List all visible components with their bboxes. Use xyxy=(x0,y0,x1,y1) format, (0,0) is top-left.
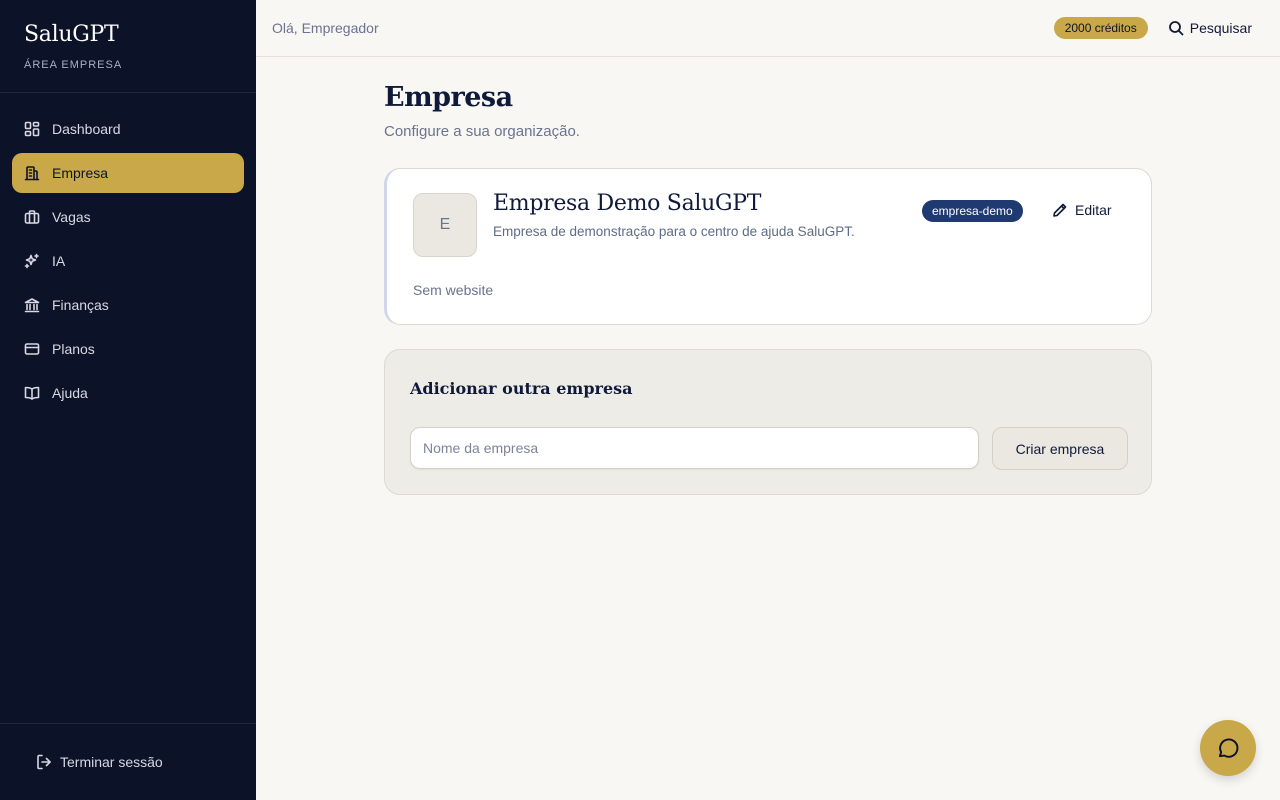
sidebar-item-label: Dashboard xyxy=(52,121,121,137)
search-button[interactable]: Pesquisar xyxy=(1168,20,1252,36)
brand-subtitle: ÁREA EMPRESA xyxy=(24,59,123,71)
logout-area: Terminar sessão xyxy=(0,723,256,800)
topbar: Olá, Empregador 2000 créditos Pesquisar xyxy=(256,0,1280,57)
sidebar: SaluGPT ÁREA EMPRESA Dashboard Empresa V… xyxy=(0,0,256,800)
building-icon xyxy=(24,165,40,181)
create-company-button[interactable]: Criar empresa xyxy=(992,427,1128,470)
sidebar-item-ia[interactable]: IA xyxy=(12,241,244,281)
briefcase-icon xyxy=(24,209,40,225)
company-name-input[interactable] xyxy=(410,427,979,469)
sparkles-icon xyxy=(24,253,40,269)
sidebar-item-label: Vagas xyxy=(52,209,91,225)
company-description: Empresa de demonstração para o centro de… xyxy=(493,224,855,239)
add-company-title: Adicionar outra empresa xyxy=(410,379,633,398)
sidebar-item-financas[interactable]: Finanças xyxy=(12,285,244,325)
sidebar-item-label: Empresa xyxy=(52,165,109,181)
bank-icon xyxy=(24,297,40,313)
company-card: E Empresa Demo SaluGPT Empresa de demons… xyxy=(384,168,1152,325)
company-name: Empresa Demo SaluGPT xyxy=(493,191,762,216)
greeting: Olá, Empregador xyxy=(272,20,379,36)
chat-button[interactable] xyxy=(1200,720,1256,776)
company-avatar: E xyxy=(413,193,477,257)
logout-button[interactable]: Terminar sessão xyxy=(36,754,163,770)
sidebar-item-ajuda[interactable]: Ajuda xyxy=(12,373,244,413)
search-icon xyxy=(1168,21,1184,36)
search-label: Pesquisar xyxy=(1189,20,1252,36)
add-company-card: Adicionar outra empresa Criar empresa xyxy=(384,349,1152,495)
sidebar-item-label: Ajuda xyxy=(52,385,88,401)
company-slug-badge: empresa-demo xyxy=(922,200,1023,222)
sidebar-item-label: IA xyxy=(52,253,66,269)
pencil-icon xyxy=(1053,203,1067,217)
company-website: Sem website xyxy=(413,282,494,298)
sidebar-item-vagas[interactable]: Vagas xyxy=(12,197,244,237)
main-content: Empresa Configure a sua organização. E E… xyxy=(384,57,1152,495)
edit-label: Editar xyxy=(1075,202,1112,218)
credit-card-icon xyxy=(24,341,40,357)
dashboard-icon xyxy=(24,121,40,137)
sidebar-item-empresa[interactable]: Empresa xyxy=(12,153,244,193)
sidebar-item-dashboard[interactable]: Dashboard xyxy=(12,109,244,149)
sidebar-item-label: Planos xyxy=(52,341,95,357)
chat-bubble-icon xyxy=(1218,738,1239,758)
logout-label: Terminar sessão xyxy=(60,754,163,770)
book-icon xyxy=(24,385,40,401)
sidebar-item-label: Finanças xyxy=(52,297,109,313)
page-title: Empresa xyxy=(384,82,513,113)
sidebar-item-planos[interactable]: Planos xyxy=(12,329,244,369)
edit-button[interactable]: Editar xyxy=(1052,202,1112,218)
topbar-right: 2000 créditos Pesquisar xyxy=(1053,17,1264,39)
brand-name: SaluGPT xyxy=(24,22,119,47)
logout-icon xyxy=(37,754,51,770)
page-subtitle: Configure a sua organização. xyxy=(384,123,580,140)
credits-badge: 2000 créditos xyxy=(1053,17,1148,39)
sidebar-nav: Dashboard Empresa Vagas IA Finanças Plan… xyxy=(0,93,256,413)
brand: SaluGPT ÁREA EMPRESA xyxy=(0,0,256,93)
